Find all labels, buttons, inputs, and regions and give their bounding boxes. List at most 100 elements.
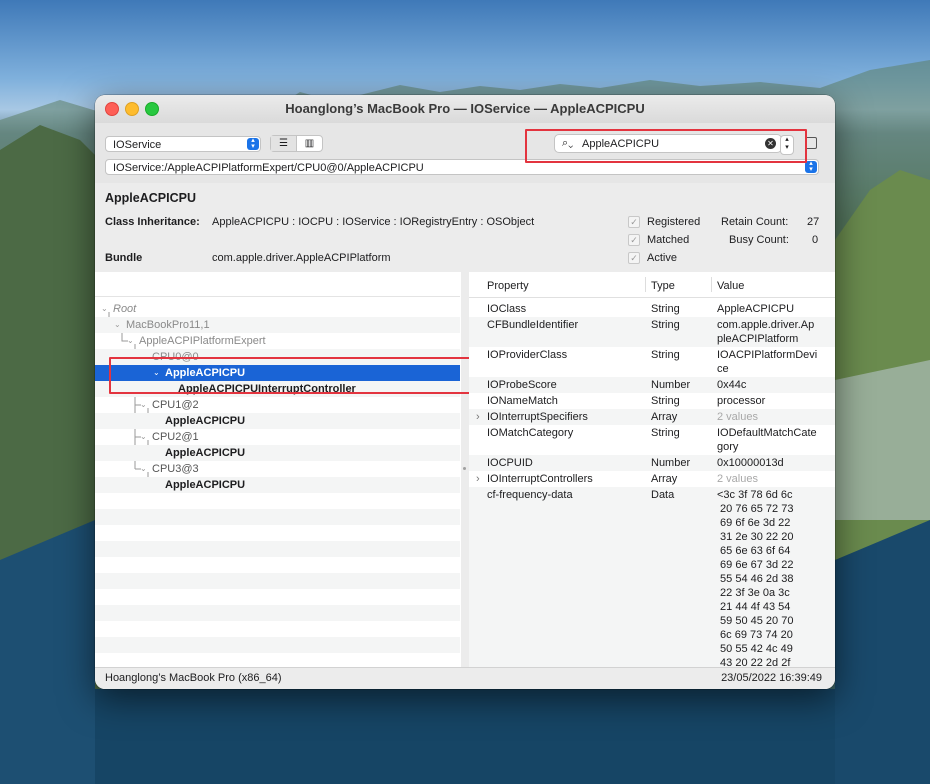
tree-empty-row	[95, 621, 460, 637]
split-divider[interactable]	[461, 272, 469, 667]
tree-row[interactable]: AppleACPICPU	[95, 445, 460, 461]
property-type: String	[651, 319, 680, 331]
property-row[interactable]: › IOInterruptSpecifiers Array 2 values	[469, 409, 835, 425]
property-type: Array	[651, 411, 678, 423]
property-value: processor	[717, 395, 766, 407]
path-value: IOService:/AppleACPIPlatformExpert/CPU0@…	[113, 162, 424, 174]
chevron-updown-icon: ▴ ▾	[247, 137, 259, 150]
tree-empty-row	[95, 541, 460, 557]
property-value: IOACPIPlatformDevi ce	[717, 349, 818, 375]
class-inheritance-value: AppleACPICPU : IOCPU : IOService : IOReg…	[212, 216, 535, 228]
title-bar: Hoanglong’s MacBook Pro — IOService — Ap…	[95, 95, 835, 123]
tree-row[interactable]: AppleACPICPU	[95, 413, 460, 429]
status-timestamp: 23/05/2022 16:39:49	[721, 672, 822, 684]
window-title: Hoanglong’s MacBook Pro — IOService — Ap…	[285, 101, 645, 116]
expand-chevron-icon[interactable]: ›	[476, 472, 480, 486]
view-mode-segment: ☰ ▥	[270, 135, 323, 152]
registered-checkbox: ✓	[628, 216, 640, 228]
tree-row[interactable]: ⌄ AppleACPIPlatformExpert	[95, 333, 460, 349]
tree-empty-row	[95, 637, 460, 653]
retain-count-value: 27	[807, 216, 820, 228]
selection-highlight-box	[109, 357, 511, 394]
column-header-value[interactable]: Value	[717, 280, 744, 292]
column-view-icon[interactable]: ▥	[297, 136, 322, 151]
chevron-updown-icon: ▴ ▾	[805, 160, 817, 173]
property-row[interactable]: IOClass String AppleACPICPU	[469, 301, 835, 317]
property-type: String	[651, 395, 680, 407]
property-row[interactable]: CFBundleIdentifier String com.apple.driver…	[469, 317, 835, 347]
property-value: IODefaultMatchCate gory	[717, 427, 817, 453]
plane-select-value: IOService	[113, 139, 162, 151]
property-row[interactable]: IOProviderClass String IOACPIPlatformDevi …	[469, 347, 835, 377]
info-pane: AppleACPICPU Class Inheritance: AppleACP…	[95, 183, 835, 271]
search-highlight-box	[525, 129, 807, 163]
active-checkbox: ✓	[628, 252, 640, 264]
disclosure-chevron-icon[interactable]: ⌄	[140, 397, 147, 413]
tree-row-label: CPU1@2	[152, 399, 199, 411]
property-row[interactable]: cf-frequency-data Data <3c 3f 78 6d 6c 20 …	[469, 487, 835, 667]
property-value: <3c 3f 78 6d 6c 20 76 65 72 73 69 6f 6e …	[717, 489, 794, 667]
ioreg-window: Hoanglong’s MacBook Pro — IOService — Ap…	[95, 95, 835, 689]
disclosure-chevron-icon[interactable]: ⌄	[114, 317, 121, 333]
list-view-icon[interactable]: ☰	[271, 136, 297, 151]
disclosure-chevron-icon[interactable]: ⌄	[101, 301, 108, 317]
tree-empty-row	[95, 509, 460, 525]
disclosure-chevron-icon[interactable]: ⌄	[140, 429, 147, 445]
busy-count-label: Busy Count:	[729, 234, 789, 246]
tree-row-label: CPU3@3	[152, 463, 199, 475]
tree-empty-row	[95, 589, 460, 605]
column-header-property[interactable]: Property	[487, 280, 529, 292]
object-name: AppleACPICPU	[105, 191, 196, 205]
tree-row[interactable]: ⌄ MacBookPro11,1	[95, 317, 460, 333]
tree-row-label: AppleACPICPU	[165, 415, 246, 427]
property-name: IONameMatch	[487, 395, 558, 407]
tree-row[interactable]: ⌄ CPU1@2	[95, 397, 460, 413]
tree-row-label: AppleACPIPlatformExpert	[139, 335, 266, 347]
property-value: 0x44c	[717, 379, 747, 391]
status-bar: Hoanglong’s MacBook Pro (x86_64) 23/05/2…	[95, 667, 835, 689]
property-value: 2 values	[717, 411, 758, 423]
tree-empty-row	[95, 605, 460, 621]
tree-row[interactable]: ⌄ CPU2@1	[95, 429, 460, 445]
property-type: Number	[651, 379, 691, 391]
active-label: Active	[647, 252, 677, 264]
tree-empty-row	[95, 653, 460, 667]
bundle-value: com.apple.driver.AppleACPIPlatform	[212, 252, 391, 264]
property-row[interactable]: IOCPUID Number 0x10000013d	[469, 455, 835, 471]
registry-tree[interactable]: ⌄ Root ⌄ MacBookPro11,1 ⌄ AppleACPIPlatformEx…	[95, 272, 462, 667]
property-name: IOProviderClass	[487, 349, 568, 361]
matched-label: Matched	[647, 234, 690, 246]
property-type: String	[651, 427, 680, 439]
property-row[interactable]: IOMatchCategory String IODefaultMatchCate …	[469, 425, 835, 455]
property-name: IOClass	[487, 303, 527, 315]
tree-row[interactable]: AppleACPICPU	[95, 477, 460, 493]
disclosure-chevron-icon[interactable]: ⌄	[127, 333, 134, 349]
status-machine: Hoanglong’s MacBook Pro (x86_64)	[105, 672, 282, 684]
tree-row-label: Root	[113, 303, 137, 315]
property-row[interactable]: IOProbeScore Number 0x44c	[469, 377, 835, 393]
property-value: com.apple.driver.Ap pleACPIPlatform	[717, 319, 815, 345]
class-inheritance-label: Class Inheritance:	[105, 216, 200, 228]
column-header-type[interactable]: Type	[651, 280, 675, 292]
property-name: IOCPUID	[487, 457, 533, 469]
property-value: 2 values	[717, 473, 758, 485]
property-type: String	[651, 349, 680, 361]
tree-row[interactable]: ⌄ Root	[95, 301, 460, 317]
tree-row-label: CPU2@1	[152, 431, 199, 443]
property-type: Data	[651, 489, 675, 501]
tree-row-label: AppleACPICPU	[165, 479, 246, 491]
property-name: IOInterruptSpecifiers	[487, 411, 588, 423]
plane-select[interactable]: IOService ▴ ▾	[105, 136, 261, 152]
properties-header: Property Type Value	[469, 272, 835, 298]
property-row[interactable]: IONameMatch String processor	[469, 393, 835, 409]
tree-empty-row	[95, 525, 460, 541]
busy-count-value: 0	[812, 234, 819, 246]
disclosure-chevron-icon[interactable]: ⌄	[140, 461, 147, 477]
retain-count-label: Retain Count:	[721, 216, 789, 228]
tree-row[interactable]: ⌄ CPU3@3	[95, 461, 460, 477]
properties-table[interactable]: Property Type Value IOClass String AppleAC…	[469, 272, 835, 667]
tree-empty-row	[95, 493, 460, 509]
property-row[interactable]: › IOInterruptControllers Array 2 values	[469, 471, 835, 487]
property-name: IOInterruptControllers	[487, 473, 593, 485]
expand-chevron-icon[interactable]: ›	[476, 410, 480, 424]
